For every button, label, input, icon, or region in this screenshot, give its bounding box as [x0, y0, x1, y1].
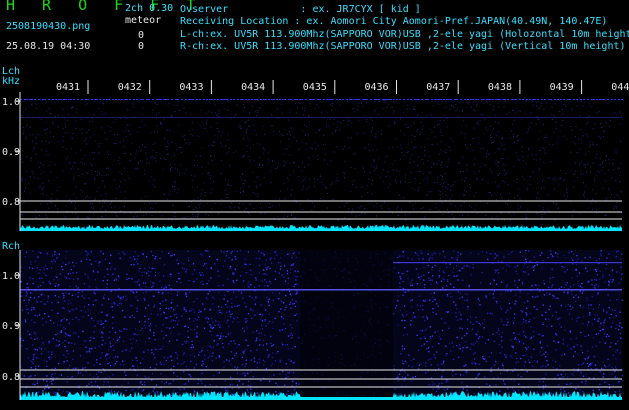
lch-y-tick-label: 0.8 [2, 197, 20, 208]
lch-y-tick-label: 0.9 [2, 147, 20, 158]
rch-y-tick-label: 0.9 [2, 321, 20, 332]
time-tick-label: 0436 [365, 82, 389, 93]
rch-y-tick-label: 0.8 [2, 372, 20, 383]
time-tick-label: 0432 [118, 82, 142, 93]
time-tick-label: 0434 [241, 82, 265, 93]
time-tick-label: 0431 [56, 82, 80, 93]
rch-carrier-line [20, 289, 622, 291]
rch-upper-line [393, 262, 622, 264]
spectrogram-area: 0431 0432 0433 0434 0435 0436 0437 0438 0439 0440… [2, 80, 629, 400]
time-tick-label: 0439 [550, 82, 574, 93]
time-tick-label: 0437 [426, 82, 450, 93]
rch-dark-band [300, 250, 393, 396]
lch-y-tick-label: 1.0 [2, 97, 20, 108]
time-tick-label: 0433 [179, 82, 203, 93]
time-tick-label: 0440 [611, 82, 629, 93]
rch-y-tick-label: 1.0 [2, 271, 20, 282]
time-tick-label: 0438 [488, 82, 512, 93]
time-tick-label: 0435 [303, 82, 327, 93]
